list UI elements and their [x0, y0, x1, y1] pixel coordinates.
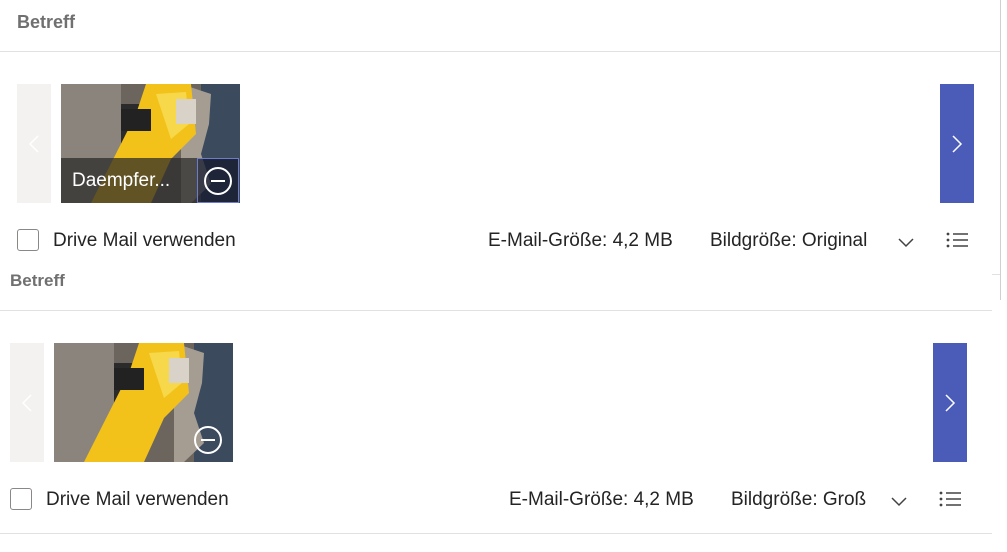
- email-size-text: E-Mail-Größe: 4,2 MB: [509, 489, 694, 510]
- list-icon[interactable]: [946, 232, 968, 248]
- carousel-prev-button[interactable]: [17, 84, 51, 203]
- image-size-dropdown[interactable]: Bildgröße: Original: [710, 230, 867, 252]
- drive-mail-label: Drive Mail verwenden: [46, 489, 229, 510]
- divider: [0, 51, 1000, 52]
- remove-circle-icon: [194, 425, 222, 454]
- subject-label: Betreff: [10, 271, 65, 290]
- subject-label: Betreff: [17, 12, 76, 32]
- chevron-right-icon: [952, 134, 963, 153]
- drive-mail-label: Drive Mail verwenden: [53, 230, 236, 251]
- carousel-next-button[interactable]: [940, 84, 974, 203]
- attachment-caption: Daempfer...: [61, 158, 197, 203]
- compose-panel-original: Betreff Daempfer... Drive Mail verwenden…: [0, 0, 1000, 275]
- chevron-down-icon[interactable]: [898, 238, 914, 248]
- chevron-down-icon[interactable]: [891, 497, 907, 507]
- drive-mail-checkbox[interactable]: [10, 488, 32, 510]
- divider: [0, 310, 992, 311]
- attachment-thumbnail[interactable]: Daempfer...: [61, 84, 240, 203]
- compose-panel-large: Betreff Drive Mail verwenden E-Mail-Größ…: [0, 270, 992, 552]
- chevron-right-icon: [945, 393, 956, 412]
- attachment-thumbnail[interactable]: [54, 343, 233, 462]
- divider: [0, 533, 992, 534]
- drive-mail-checkbox[interactable]: [17, 229, 39, 251]
- chevron-left-icon: [21, 393, 32, 412]
- window-edge: [1000, 0, 1007, 552]
- image-size-dropdown[interactable]: Bildgröße: Groß: [731, 489, 866, 511]
- carousel-next-button[interactable]: [933, 343, 967, 462]
- remove-attachment-button[interactable]: [187, 417, 229, 462]
- email-size-text: E-Mail-Größe: 4,2 MB: [488, 230, 673, 251]
- remove-attachment-button[interactable]: [197, 158, 239, 203]
- list-icon[interactable]: [939, 491, 961, 507]
- remove-circle-icon: [204, 166, 232, 195]
- carousel-prev-button[interactable]: [10, 343, 44, 462]
- chevron-left-icon: [28, 134, 39, 153]
